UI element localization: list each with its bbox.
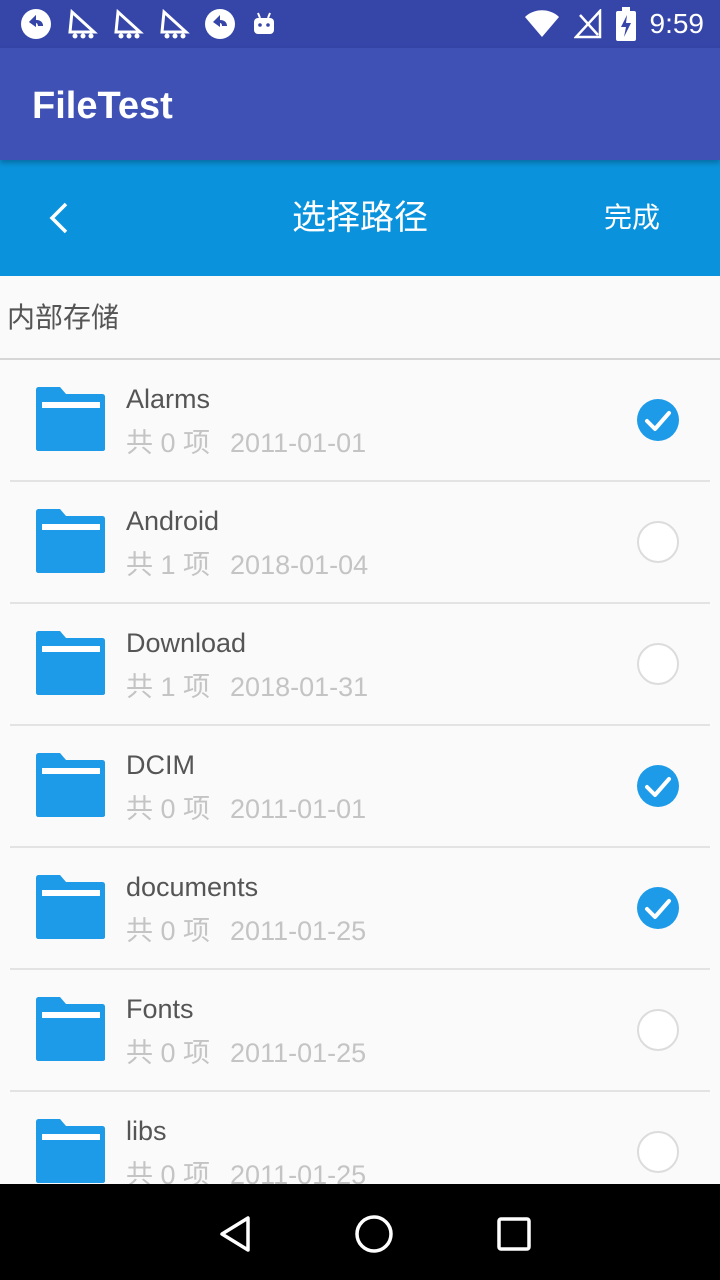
checkbox-unchecked-icon[interactable] bbox=[636, 520, 680, 564]
folder-row[interactable]: libs 共 0 项 2011-01-25 bbox=[10, 1092, 710, 1184]
folder-row[interactable]: documents 共 0 项 2011-01-25 bbox=[10, 848, 710, 970]
folder-meta: 共 0 项 2011-01-25 bbox=[126, 914, 386, 948]
folder-meta: 共 0 项 2011-01-01 bbox=[126, 792, 386, 826]
folder-row[interactable]: Download 共 1 项 2018-01-31 bbox=[10, 604, 710, 726]
back-triangle-icon[interactable] bbox=[214, 1212, 258, 1256]
folder-date: 2011-01-01 bbox=[230, 794, 367, 824]
folder-item-count: 共 0 项 bbox=[126, 916, 211, 946]
folder-icon bbox=[36, 753, 105, 817]
checkbox-checked-icon[interactable] bbox=[636, 398, 680, 442]
folder-name: documents bbox=[126, 872, 259, 902]
folder-date: 2018-01-31 bbox=[230, 672, 369, 702]
folder-meta: 共 1 项 2018-01-31 bbox=[126, 670, 388, 704]
folder-row[interactable]: Fonts 共 0 项 2011-01-25 bbox=[10, 970, 710, 1092]
folder-meta: 共 0 项 2011-01-01 bbox=[126, 426, 386, 460]
system-navigation-bar bbox=[0, 1184, 720, 1280]
folder-meta: 共 0 项 2011-01-25 bbox=[126, 1158, 386, 1184]
sync-icon bbox=[205, 9, 235, 39]
folder-icon bbox=[36, 875, 105, 939]
folder-name: DCIM bbox=[126, 750, 195, 780]
folder-name: Download bbox=[126, 628, 247, 658]
system-status-icons: 9:59 bbox=[524, 6, 705, 42]
folder-row[interactable]: Android 共 1 项 2018-01-04 bbox=[10, 482, 710, 604]
folder-icon bbox=[36, 997, 105, 1061]
folder-date: 2011-01-25 bbox=[230, 916, 367, 946]
folder-icon bbox=[36, 509, 105, 573]
folder-row[interactable]: DCIM 共 0 项 2011-01-01 bbox=[10, 726, 710, 848]
folder-date: 2011-01-25 bbox=[230, 1160, 367, 1184]
folder-item-count: 共 0 项 bbox=[126, 794, 211, 824]
folder-name: libs bbox=[126, 1116, 167, 1146]
folder-name: Fonts bbox=[126, 994, 194, 1024]
checkbox-unchecked-icon[interactable] bbox=[636, 642, 680, 686]
folder-date: 2011-01-25 bbox=[230, 1038, 367, 1068]
folder-name: Alarms bbox=[126, 384, 211, 414]
app-title: FileTest bbox=[32, 85, 173, 127]
boat-icon bbox=[160, 8, 190, 39]
folder-item-count: 共 1 项 bbox=[126, 672, 211, 702]
checkbox-unchecked-icon[interactable] bbox=[636, 1130, 680, 1174]
battery-charging-icon bbox=[615, 7, 636, 41]
folder-date: 2018-01-04 bbox=[230, 550, 369, 580]
folder-row[interactable]: Alarms 共 0 项 2011-01-01 bbox=[10, 360, 710, 482]
checkbox-checked-icon[interactable] bbox=[636, 886, 680, 930]
done-button[interactable]: 完成 bbox=[604, 200, 660, 236]
folder-date: 2011-01-01 bbox=[230, 428, 367, 458]
notification-icons bbox=[20, 8, 278, 40]
status-bar: 9:59 bbox=[0, 0, 720, 48]
folder-icon bbox=[36, 631, 105, 695]
folder-icon bbox=[36, 1119, 105, 1183]
folder-list[interactable]: Alarms 共 0 项 2011-01-01 Android 共 1 项 2018-01… bbox=[0, 360, 720, 1184]
checkbox-unchecked-icon[interactable] bbox=[636, 1008, 680, 1052]
android-icon bbox=[254, 12, 274, 34]
boat-icon bbox=[68, 8, 98, 39]
folder-item-count: 共 0 项 bbox=[126, 1038, 211, 1068]
status-time: 9:59 bbox=[649, 8, 705, 39]
folder-item-count: 共 0 项 bbox=[126, 1160, 211, 1184]
recents-square-icon[interactable] bbox=[492, 1212, 536, 1256]
checkbox-checked-icon[interactable] bbox=[636, 764, 680, 808]
folder-item-count: 共 0 项 bbox=[126, 428, 211, 458]
folder-meta: 共 1 项 2018-01-04 bbox=[126, 548, 388, 582]
folder-item-count: 共 1 项 bbox=[126, 550, 211, 580]
app-bar: FileTest bbox=[0, 48, 720, 160]
no-signal-icon bbox=[573, 9, 601, 39]
breadcrumb: 内部存储 bbox=[0, 276, 720, 360]
folder-icon bbox=[36, 387, 105, 451]
wifi-icon bbox=[524, 10, 559, 37]
folder-name: Android bbox=[126, 506, 220, 536]
folder-meta: 共 0 项 2011-01-25 bbox=[126, 1036, 386, 1070]
sync-icon bbox=[21, 9, 51, 39]
breadcrumb-item-internal-storage[interactable]: 内部存储 bbox=[7, 300, 119, 336]
home-circle-icon[interactable] bbox=[352, 1212, 396, 1256]
path-selector-header: 选择路径 完成 bbox=[0, 160, 720, 276]
boat-icon bbox=[114, 8, 144, 39]
